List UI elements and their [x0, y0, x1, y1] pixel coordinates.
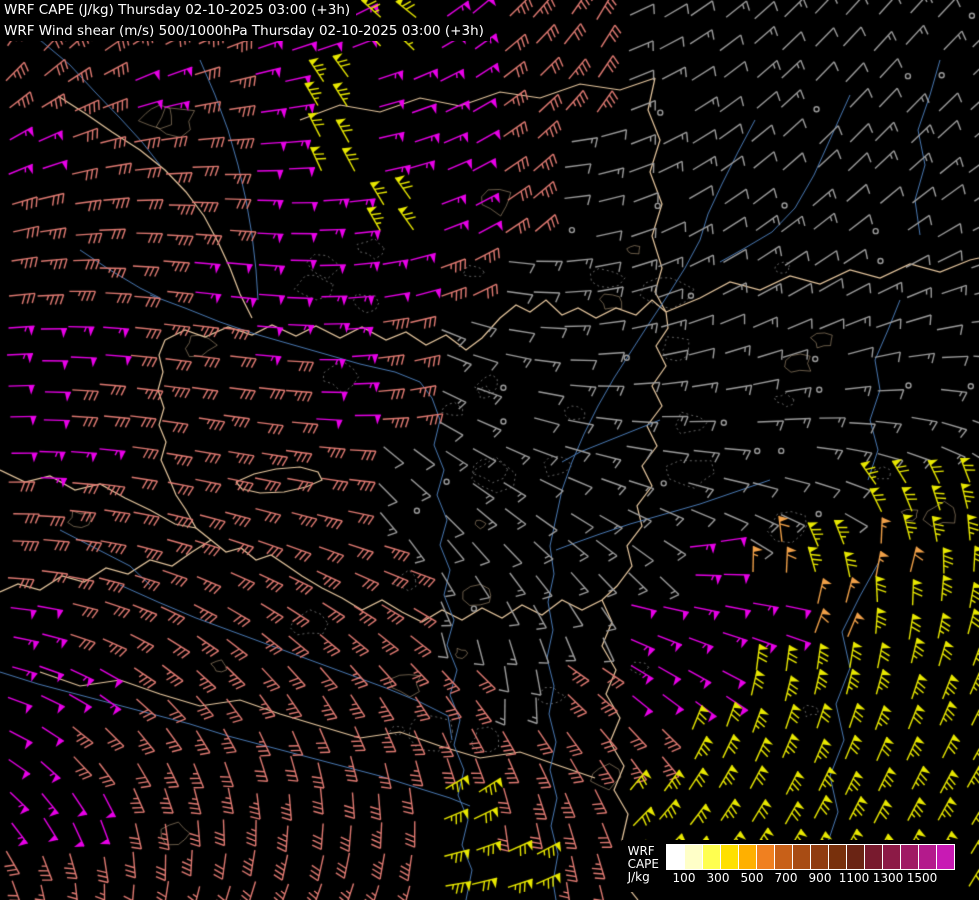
legend-swatch [882, 844, 901, 870]
legend-tick: 1300 [873, 871, 904, 885]
legend-tick: 900 [809, 871, 832, 885]
legend-bar: 100 300 500 700 900 110013001500 [667, 844, 957, 890]
legend-swatch [666, 844, 685, 870]
legend-swatch [774, 844, 793, 870]
legend-swatch [828, 844, 847, 870]
legend-swatch [720, 844, 739, 870]
legend-swatch [936, 844, 955, 870]
legend-ticks: 100 300 500 700 900 110013001500 [667, 871, 957, 887]
legend-swatch [918, 844, 937, 870]
legend-swatch [702, 844, 721, 870]
legend-tick: 300 [707, 871, 730, 885]
legend-tick: 700 [775, 871, 798, 885]
legend-tick: 500 [741, 871, 764, 885]
legend-swatch [756, 844, 775, 870]
legend-swatch [846, 844, 865, 870]
title-cape-line: WRF CAPE (J/kg) Thursday 02-10-2025 03:0… [0, 0, 356, 20]
legend-tick: 100 [673, 871, 696, 885]
title-windshear-line: WRF Wind shear (m/s) 500/1000hPa Thursda… [0, 21, 490, 41]
legend-tick: 1500 [907, 871, 938, 885]
legend-label-unit: J/kg [628, 871, 659, 884]
weather-map: WRF CAPE (J/kg) Thursday 02-10-2025 03:0… [0, 0, 979, 900]
legend-swatch [738, 844, 757, 870]
legend-swatch [864, 844, 883, 870]
legend-colorbar [667, 844, 955, 870]
legend-swatch [900, 844, 919, 870]
legend-tick: 1100 [839, 871, 870, 885]
legend-label-column: WRF CAPE J/kg [628, 844, 659, 884]
legend-swatch [792, 844, 811, 870]
cape-legend: WRF CAPE J/kg 100 300 500 700 900 11001300150… [622, 840, 963, 892]
legend-swatch [810, 844, 829, 870]
map-canvas [0, 0, 979, 900]
legend-swatch [684, 844, 703, 870]
